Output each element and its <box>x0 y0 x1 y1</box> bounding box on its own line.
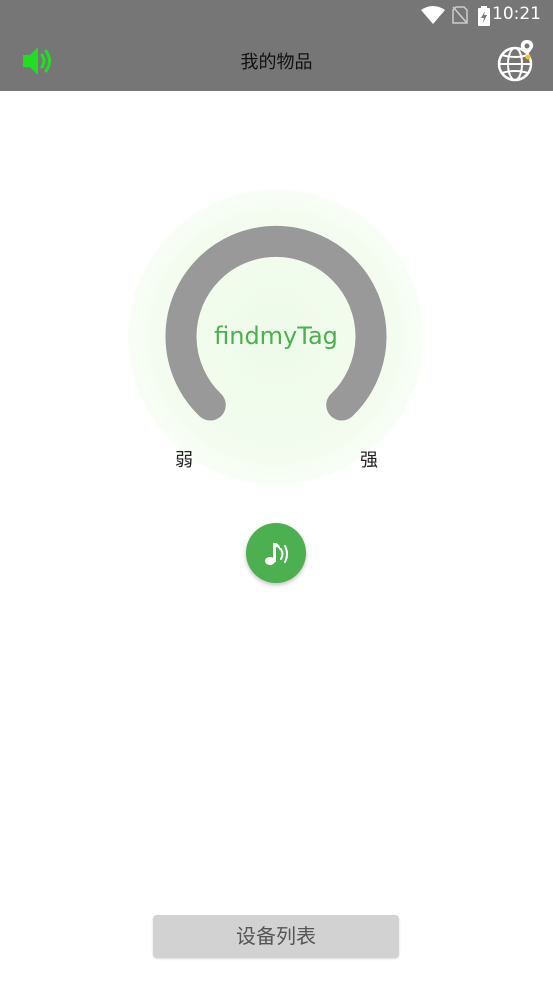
status-time: 10:21 <box>492 4 541 24</box>
status-bar: 10:21 <box>0 0 553 30</box>
battery-charging-icon <box>478 6 490 26</box>
weak-label: 弱 <box>175 450 193 471</box>
device-list-button[interactable]: 设备列表 <box>153 915 399 958</box>
globe-location-icon <box>497 40 534 82</box>
device-name: findmyTag <box>214 322 338 350</box>
strong-label: 强 <box>360 450 378 471</box>
globe-button[interactable] <box>495 38 537 82</box>
wifi-icon <box>421 6 445 24</box>
play-sound-button[interactable] <box>246 523 306 583</box>
app-bar: 10:21 我的物品 <box>0 0 553 91</box>
music-note-sound-icon <box>265 543 288 565</box>
page-title: 我的物品 <box>240 52 313 73</box>
no-sim-icon <box>452 6 468 24</box>
